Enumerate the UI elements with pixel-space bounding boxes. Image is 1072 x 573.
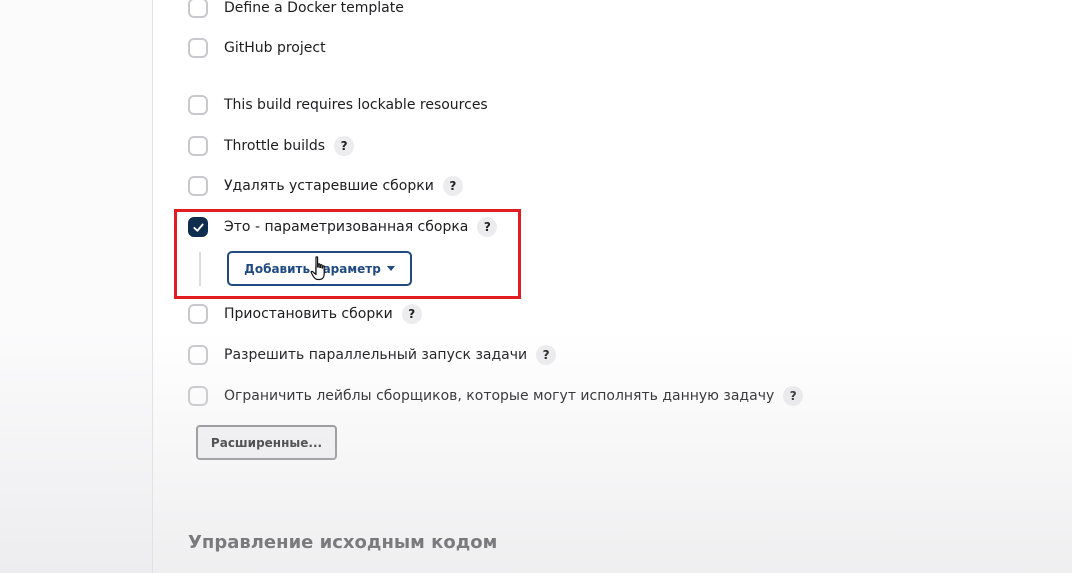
help-icon[interactable]: ? [334, 136, 355, 156]
option-label: Throttle builds [224, 138, 326, 154]
help-icon[interactable]: ? [442, 176, 463, 196]
help-icon[interactable]: ? [401, 304, 422, 324]
option-disable-builds[interactable]: Приостановить сборки ? [188, 302, 422, 326]
option-label: GitHub project [224, 40, 326, 56]
option-label: This build requires lockable resources [224, 97, 488, 113]
github-project-checkbox[interactable] [188, 38, 208, 58]
advanced-button[interactable]: Расширенные... [196, 425, 337, 460]
nested-indent-line [199, 252, 201, 286]
checkmark-icon [192, 223, 204, 232]
restrict-labels-checkbox[interactable] [188, 386, 208, 406]
section-title-scm: Управление исходным кодом [188, 532, 498, 553]
option-docker-template[interactable]: Define a Docker template [188, 0, 404, 20]
docker-template-checkbox[interactable] [188, 0, 208, 18]
option-label: Это - параметризованная сборка [224, 219, 469, 235]
main-content [153, 0, 1072, 573]
help-icon[interactable]: ? [536, 345, 557, 365]
concurrent-builds-checkbox[interactable] [188, 345, 208, 365]
option-lockable-resources[interactable]: This build requires lockable resources [188, 93, 488, 117]
option-label: Разрешить параллельный запуск задачи [224, 347, 528, 363]
help-icon[interactable]: ? [477, 217, 498, 237]
option-throttle-builds[interactable]: Throttle builds ? [188, 134, 355, 158]
help-icon[interactable]: ? [783, 386, 804, 406]
lockable-resources-checkbox[interactable] [188, 95, 208, 115]
caret-down-icon [386, 266, 395, 271]
option-concurrent-builds[interactable]: Разрешить параллельный запуск задачи ? [188, 343, 557, 367]
throttle-builds-checkbox[interactable] [188, 136, 208, 156]
option-label: Удалять устаревшие сборки [224, 178, 434, 194]
option-github-project[interactable]: GitHub project [188, 36, 326, 60]
hand-cursor-icon [310, 256, 325, 281]
option-label: Define a Docker template [224, 0, 404, 16]
left-sidebar [0, 0, 153, 573]
option-parameterized-build[interactable]: Это - параметризованная сборка ? [188, 215, 498, 239]
option-label: Ограничить лейблы сборщиков, которые мог… [224, 388, 775, 404]
discard-old-builds-checkbox[interactable] [188, 176, 208, 196]
disable-builds-checkbox[interactable] [188, 304, 208, 324]
parameterized-build-checkbox[interactable] [188, 217, 208, 237]
option-discard-old-builds[interactable]: Удалять устаревшие сборки ? [188, 174, 463, 198]
option-label: Приостановить сборки [224, 306, 393, 322]
option-restrict-labels[interactable]: Ограничить лейблы сборщиков, которые мог… [188, 384, 804, 408]
